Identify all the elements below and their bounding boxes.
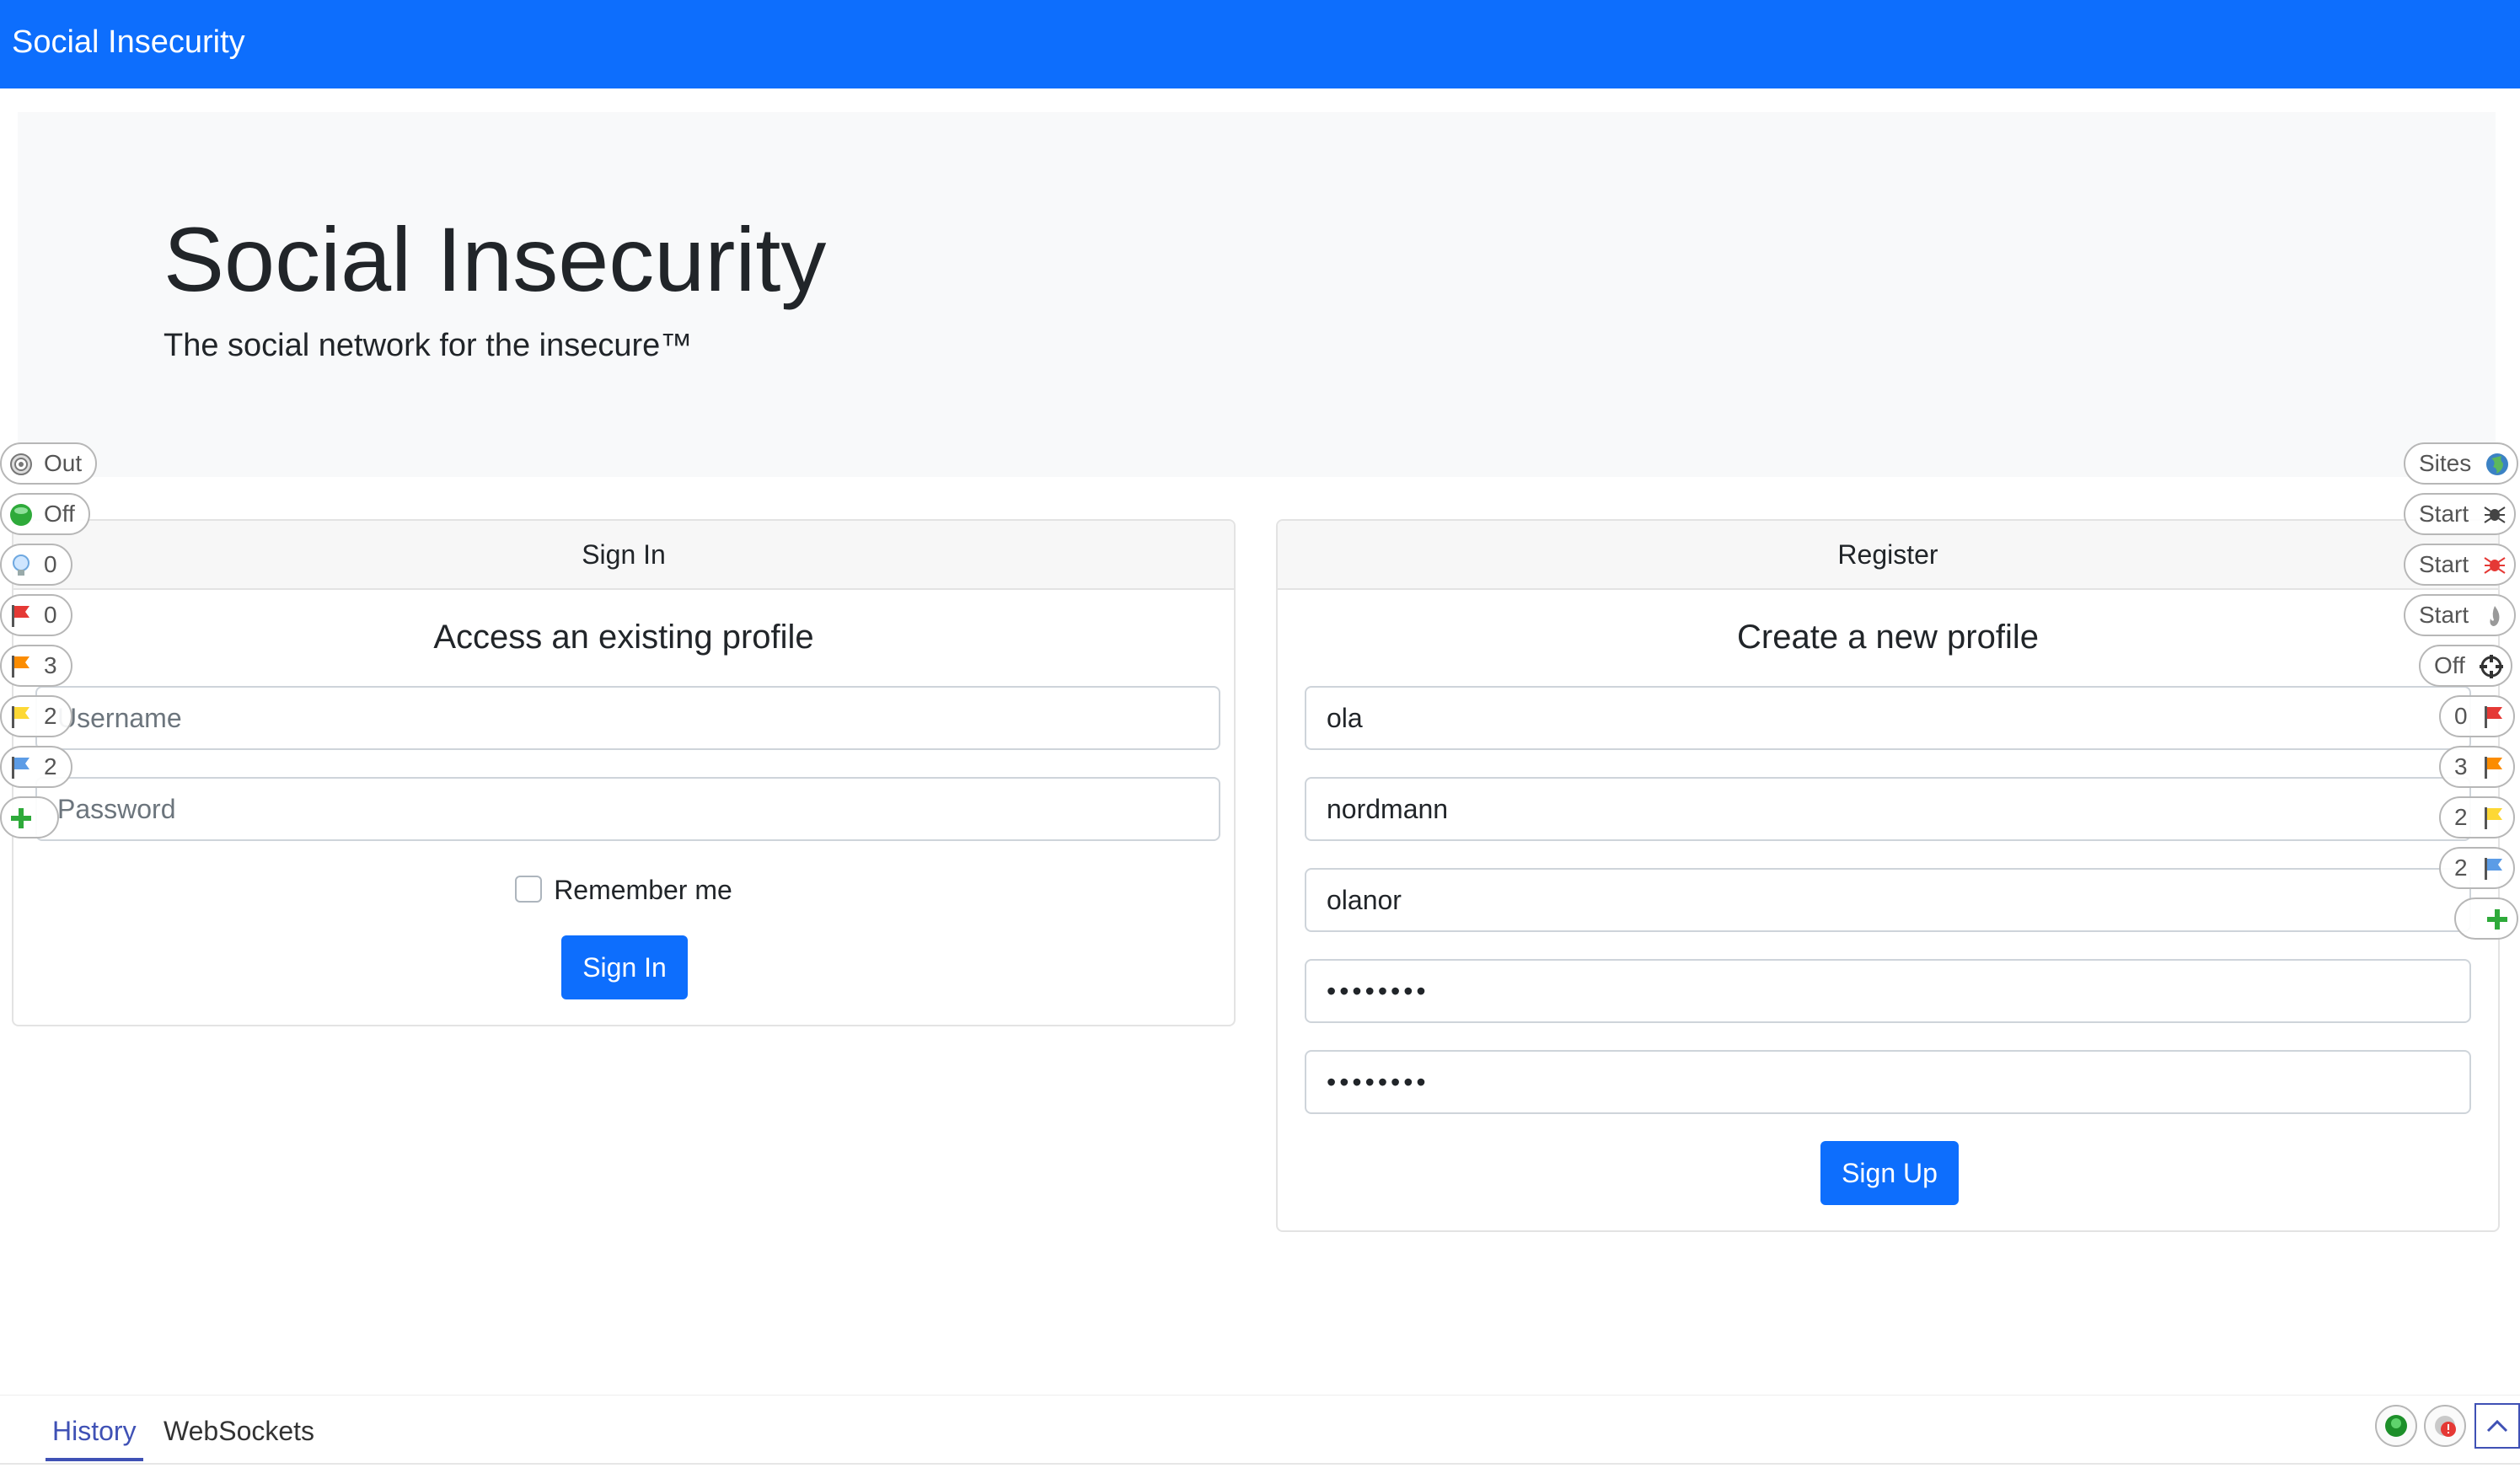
hero-jumbotron: Social Insecurity The social network for… [18,112,2496,477]
orange-flag-icon [2484,757,2502,779]
websocket-status-button[interactable] [2375,1405,2417,1447]
hud-show-enable-button[interactable]: Off [2419,645,2512,687]
hud-site-info-count: 2 [2454,855,2468,881]
hud-attack-mode-button[interactable]: Off [0,493,90,535]
register-card-header: Register [1278,521,2498,590]
sign-up-button[interactable]: Sign Up [1820,1141,1959,1205]
hud-site-high-count: 0 [2454,703,2468,729]
hud-add-tool-right[interactable] [2454,897,2518,940]
confirm-password-input[interactable] [1305,1050,2471,1114]
hud-active-scan-label: Start [2419,602,2469,628]
hud-bottom-drawer: History WebSockets [0,1395,2520,1468]
hud-break-button[interactable]: Out [0,442,98,485]
hud-high-count: 0 [44,602,57,628]
hud-page-alerts-high[interactable]: 0 [0,594,72,636]
hud-page-alerts-info[interactable]: 2 [0,746,72,788]
globe-icon [2486,453,2509,475]
username-input[interactable] [35,686,1220,750]
active-tab-indicator [46,1458,143,1461]
tab-websockets[interactable]: WebSockets [164,1416,314,1447]
hud-page-alerts-low[interactable]: 2 [0,695,72,737]
hero-title: Social Insecurity [164,208,827,310]
hud-spider-button[interactable]: Start [2404,493,2517,535]
hud-site-low-count: 2 [2454,804,2468,830]
hud-active-scan-button[interactable]: Start [2404,594,2517,636]
remember-me-checkbox[interactable] [515,876,543,903]
password-input[interactable] [35,777,1220,841]
orange-flag-icon [12,656,29,678]
hud-ajax-spider-label: Start [2419,551,2469,577]
ajax-spider-icon [2484,557,2506,574]
red-flag-icon [2484,706,2502,728]
expand-drawer-button[interactable] [2474,1403,2520,1449]
first-name-input[interactable] [1305,686,2471,750]
hud-sites-label: Sites [2419,450,2472,476]
hud-site-alerts-low[interactable]: 2 [2439,796,2515,838]
hud-page-alerts-medium[interactable]: 3 [0,645,72,687]
hud-ajax-spider-button[interactable]: Start [2404,544,2517,586]
hud-site-alerts-high[interactable]: 0 [2439,695,2515,737]
navbar-brand[interactable]: Social Insecurity [12,24,245,61]
hud-low-count: 2 [44,703,57,729]
remember-me-label[interactable]: Remember me [554,875,732,905]
lightbulb-icon [13,555,29,576]
yellow-flag-icon [2484,807,2502,829]
yellow-flag-icon [12,706,29,728]
register-title: Create a new profile [1737,619,2039,656]
drawer-divider [0,1463,2520,1465]
hud-site-medium-count: 3 [2454,753,2468,780]
hud-add-tool-left[interactable] [0,796,59,838]
register-password-input[interactable] [1305,959,2471,1023]
spider-icon [2484,506,2506,523]
blue-flag-icon [2484,858,2502,880]
chevron-up-icon [2486,1419,2508,1433]
hud-site-alerts-info[interactable]: 2 [2439,847,2515,889]
hero-lead: The social network for the insecure™ [164,328,693,363]
hud-show-enable-label: Off [2434,652,2465,678]
signin-title: Access an existing profile [433,619,814,656]
tab-history[interactable]: History [52,1416,137,1447]
hud-site-alerts-medium[interactable]: 3 [2439,746,2515,788]
signin-card: Sign In Access an existing profile Remem… [12,519,1236,1026]
hud-informational-count: 0 [44,551,57,577]
hud-sites-button[interactable]: Sites [2404,442,2519,485]
register-username-input[interactable] [1305,868,2471,932]
navbar: Social Insecurity [0,0,2520,88]
hud-break-label: Out [44,450,83,476]
hud-info-count: 2 [44,753,57,780]
fire-icon [2490,606,2500,626]
alert-settings-button[interactable] [2424,1405,2466,1447]
green-dot-icon [2385,1415,2407,1437]
plus-icon [2487,909,2507,930]
target-icon [10,453,32,475]
last-name-input[interactable] [1305,777,2471,841]
hud-medium-count: 3 [44,652,57,678]
sign-in-button[interactable]: Sign In [561,935,688,999]
plus-icon [11,808,31,828]
hud-page-alerts-informational[interactable]: 0 [0,544,72,586]
blue-flag-icon [12,757,29,779]
red-flag-icon [12,605,29,627]
green-circle-icon [10,504,32,526]
gear-alert-icon [2435,1416,2456,1437]
remember-me-row: Remember me [13,875,1234,906]
register-card: Register Create a new profile Sign Up [1276,519,2500,1232]
crosshair-icon [2479,655,2503,678]
hud-attack-mode-label: Off [44,501,75,527]
signin-card-header: Sign In [13,521,1234,590]
hud-spider-label: Start [2419,501,2469,527]
